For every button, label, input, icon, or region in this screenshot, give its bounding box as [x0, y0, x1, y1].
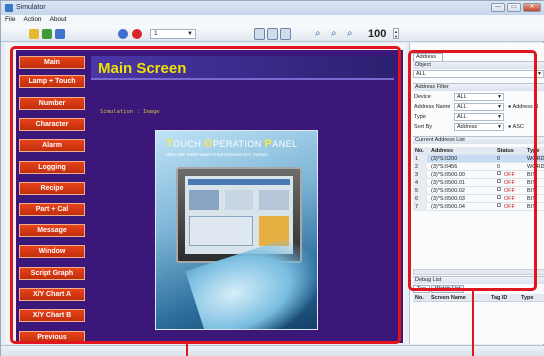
menu-about[interactable]: About — [50, 15, 67, 25]
status-bar — [1, 345, 544, 356]
open-icon[interactable] — [29, 29, 39, 39]
address-panel-callout — [408, 50, 537, 291]
view-grid-icon[interactable] — [280, 28, 291, 40]
tree-icon[interactable] — [42, 29, 52, 39]
toolbar: 1 ▼ ⌕ ⌕ ⌕ 100 ▲ ▼ — [1, 25, 544, 42]
simulation-screen-callout — [10, 46, 401, 344]
window-icon[interactable] — [55, 29, 65, 39]
zoom-out-icon[interactable]: ⌕ — [331, 29, 341, 39]
chevron-down-icon: ▼ — [187, 31, 193, 37]
minimize-button[interactable]: — — [491, 3, 505, 12]
zoom-level: 100 — [368, 28, 387, 40]
menu-bar: File Action About — [1, 15, 544, 25]
debug-column-tag-id[interactable]: Tag ID — [491, 294, 507, 302]
zoom-fit-icon[interactable]: ⌕ — [347, 29, 357, 39]
title-bar: Simulator — ▭ ✕ — [1, 1, 544, 15]
zoom-spinner[interactable]: ▲ ▼ — [393, 28, 399, 39]
view-split-icon[interactable] — [267, 28, 278, 40]
debug-column-screen-name[interactable]: Screen Name — [431, 294, 466, 302]
callout-pointer-left — [186, 343, 188, 356]
mode-dropdown[interactable]: 1 ▼ — [150, 29, 196, 39]
connect-icon[interactable] — [118, 29, 128, 39]
chevron-down-icon: ▼ — [537, 71, 542, 77]
mode-dropdown-value: 1 — [154, 30, 158, 37]
debug-column-no[interactable]: No. — [415, 294, 424, 302]
zoom-in-icon[interactable]: ⌕ — [315, 29, 325, 39]
menu-file[interactable]: File — [5, 15, 15, 25]
maximize-button[interactable]: ▭ — [507, 3, 521, 12]
debug-table-header: No. Screen Name Tag ID Type — [413, 294, 544, 302]
callout-pointer-right — [472, 290, 474, 356]
menu-action[interactable]: Action — [23, 15, 41, 25]
close-button[interactable]: ✕ — [523, 3, 541, 12]
debug-column-type[interactable]: Type — [521, 294, 533, 302]
app-icon — [5, 4, 13, 12]
view-single-icon[interactable] — [254, 28, 265, 40]
record-icon[interactable] — [132, 29, 142, 39]
window-title: Simulator — [16, 4, 46, 11]
